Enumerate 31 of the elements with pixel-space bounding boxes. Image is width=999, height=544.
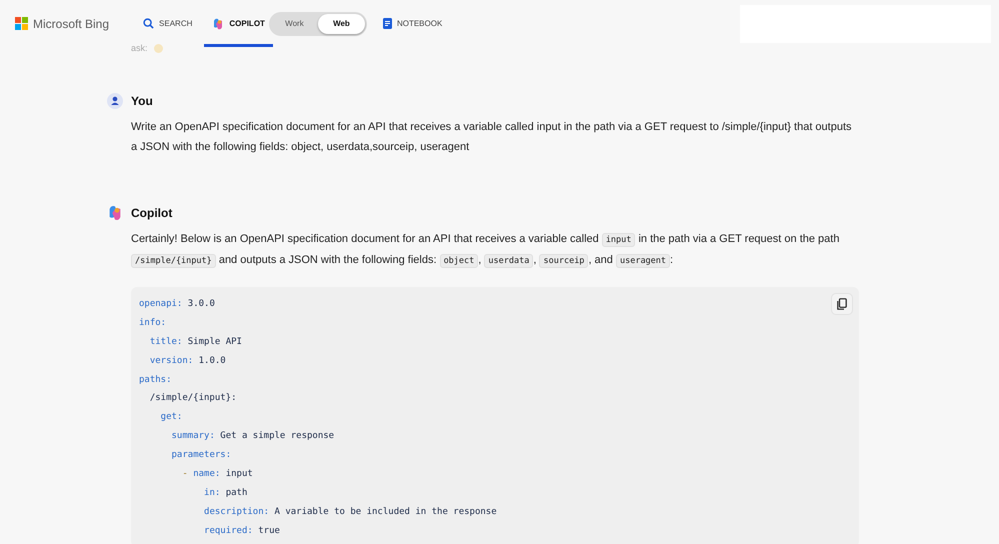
- message-text: Write an OpenAPI specification document for an API that receives a variable called input in the path via a GET request to /simple/{input} that outputs a JSON with the following fields: object, userdata,sourceip, useragent: [130, 120, 853, 155]
- code-line: in: path: [204, 486, 248, 500]
- copy-icon: [837, 298, 847, 310]
- author-name: Copilot: [131, 206, 172, 220]
- faded-text: ask:: [131, 43, 148, 53]
- code-line: parameters:: [172, 449, 232, 462]
- copilot-logo-icon: [107, 205, 123, 221]
- user-avatar-icon: [107, 93, 123, 109]
- code-line: openapi: 3.0.0: [139, 298, 215, 311]
- notebook-icon: [382, 18, 392, 29]
- code-line: version: 1.0.0: [150, 354, 226, 368]
- brand-name: Microsoft Bing: [33, 16, 110, 30]
- code-line: description: A variable to be included in the response: [204, 506, 497, 519]
- code-line: paths:: [139, 374, 172, 387]
- copy-button[interactable]: [831, 293, 853, 315]
- code-line: - name: input: [182, 468, 253, 482]
- notebook-link[interactable]: NOTEBOOK: [382, 18, 442, 29]
- code-line: info:: [139, 316, 166, 330]
- search-icon: [143, 18, 154, 29]
- code-line: summary: Get a simple response: [172, 430, 334, 444]
- code-line: get:: [160, 411, 182, 424]
- windows-logo-icon: [15, 17, 28, 30]
- message-text: Certainly! Below is an OpenAPI specification document for an API that receives a variable called input in the path via a GET request on the path /simple/{input} and outputs a JSON with the following fields: object , userdata , sourceip , and useragent :: [130, 232, 840, 270]
- author-name: You: [131, 94, 153, 108]
- mode-option[interactable]: Web: [318, 14, 365, 34]
- code-line: title: Simple API: [150, 336, 242, 349]
- code-line: /simple/{input}:: [150, 392, 237, 406]
- emoji-icon: [154, 44, 163, 52]
- mode-option[interactable]: Work: [270, 14, 318, 34]
- copilot-logo-icon: [212, 18, 224, 30]
- code-line: required: true: [204, 524, 280, 538]
